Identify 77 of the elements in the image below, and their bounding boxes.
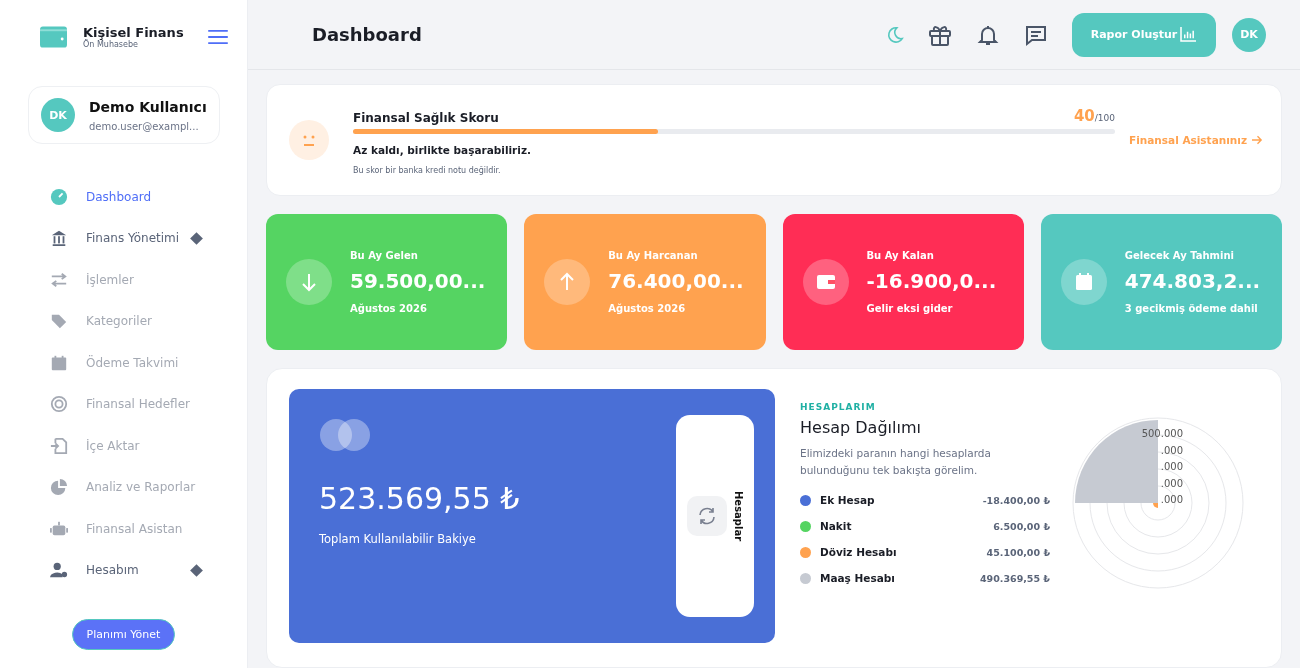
assistant-link[interactable]: Finansal Asistanınız — [1129, 134, 1263, 146]
stat-value: 59.500,00... — [350, 269, 486, 293]
manage-plan-button[interactable]: Planımı Yönet — [71, 619, 176, 650]
user-gear-icon — [50, 561, 68, 580]
refresh-icon — [686, 496, 727, 536]
health-title: Finansal Sağlık Skoru — [353, 110, 499, 125]
user-name: Demo Kullanıcı — [89, 98, 207, 115]
menu-icon[interactable] — [207, 29, 229, 45]
user-avatar[interactable]: DK — [1232, 17, 1266, 52]
accounts-side-tab[interactable]: Hesaplar — [676, 415, 754, 617]
user-avatar: DK — [41, 98, 75, 132]
brand-title: Kişisel Finans — [83, 25, 184, 40]
account-name: Döviz Hesabı — [820, 546, 897, 558]
account-name: Ek Hesap — [820, 494, 875, 506]
sidebar-item[interactable]: Ödeme Takvimi — [0, 342, 247, 384]
stat-value: -16.900,0... — [866, 269, 997, 293]
sidebar-item[interactable]: Analiz ve Raporlar — [0, 466, 247, 508]
arrow-up-icon — [544, 259, 591, 305]
sidebar-item[interactable]: Finansal Asistan — [0, 508, 247, 550]
sidebar-item[interactable]: Kategoriler — [0, 300, 247, 342]
account-name: Nakit — [820, 520, 852, 532]
neutral-face-icon — [289, 120, 329, 160]
circles-icon — [319, 418, 371, 452]
account-name: Maaş Hesabı — [820, 572, 895, 584]
stat-subtitle: Gelir eksi gider — [866, 303, 954, 314]
arrow-down-icon — [286, 259, 332, 305]
sidebar-item[interactable]: Dashboard — [0, 176, 247, 218]
dashboard-icon — [50, 187, 68, 206]
calendar-icon — [1060, 259, 1107, 305]
account-amount: 45.100,00 ₺ — [986, 546, 1050, 558]
tick-label: .000 — [1160, 476, 1183, 491]
health-note: Bu skor bir banka kredi notu değildir. — [353, 165, 502, 175]
tags-icon — [50, 312, 68, 331]
page-title: Dashboard — [312, 24, 422, 45]
account-amount: 6.500,00 ₺ — [993, 520, 1050, 532]
stat-subtitle: 3 gecikmiş ödeme dahil — [1124, 303, 1259, 314]
stat-label: Gelecek Ay Tahmini — [1124, 250, 1235, 261]
tick-label: 500.000 — [1141, 427, 1183, 441]
create-report-button[interactable]: Rapor Oluştur — [1072, 12, 1216, 57]
wallet-icon — [802, 259, 849, 305]
import-icon — [50, 436, 68, 455]
bar-chart-icon — [1180, 27, 1198, 42]
wallet-icon — [40, 26, 67, 48]
stat-subtitle: Ağustos 2026 — [608, 303, 687, 314]
bank-icon — [50, 229, 68, 248]
score-value: 40 — [1073, 106, 1095, 125]
arrows-icon — [50, 270, 68, 289]
stat-value: 474.803,2... — [1124, 269, 1261, 293]
tick-label: .000 — [1160, 443, 1183, 458]
sidebar-item[interactable]: Hesabım — [0, 549, 247, 591]
section-title: Hesap Dağılımı — [800, 418, 922, 437]
tick-label: .000 — [1160, 460, 1183, 474]
user-email: demo.user@exampl... — [89, 120, 200, 132]
stat-subtitle: Ağustos 2026 — [350, 303, 428, 314]
target-icon — [50, 395, 68, 414]
sidebar-item[interactable]: Finansal Hedefler — [0, 383, 247, 425]
sidebar-item[interactable]: İşlemler — [0, 259, 247, 301]
section-description: Elimizdeki paranın hangi hesaplarda bulunduğunu tek bakışta görelim. — [800, 446, 992, 478]
sidebar-item[interactable]: İçe Aktar — [0, 425, 247, 467]
calendar-icon — [50, 353, 68, 372]
arrow-right-icon — [1252, 135, 1263, 145]
brand-subtitle: Ön Muhasebe — [83, 40, 139, 49]
balance-amount: 523.569,55 ₺ — [319, 481, 520, 516]
robot-icon — [50, 519, 68, 538]
tick-label: .000 — [1160, 493, 1183, 507]
stat-label: Bu Ay Kalan — [866, 250, 935, 261]
stat-value: 76.400,00... — [608, 269, 744, 293]
balance-label: Toplam Kullanılabilir Bakiye — [319, 532, 477, 546]
account-amount: 490.369,55 ₺ — [979, 572, 1050, 584]
score-max: /100 — [1094, 112, 1115, 123]
pie-chart-icon — [50, 478, 68, 497]
section-eyebrow: HESAPLARIM — [800, 402, 877, 412]
stat-label: Bu Ay Gelen — [350, 250, 419, 261]
account-amount: -18.400,00 ₺ — [982, 494, 1050, 506]
health-message: Az kaldı, birlikte başarabiliriz. — [353, 143, 532, 156]
sidebar-item[interactable]: Finans Yönetimi — [0, 217, 247, 259]
stat-label: Bu Ay Harcanan — [608, 250, 699, 261]
